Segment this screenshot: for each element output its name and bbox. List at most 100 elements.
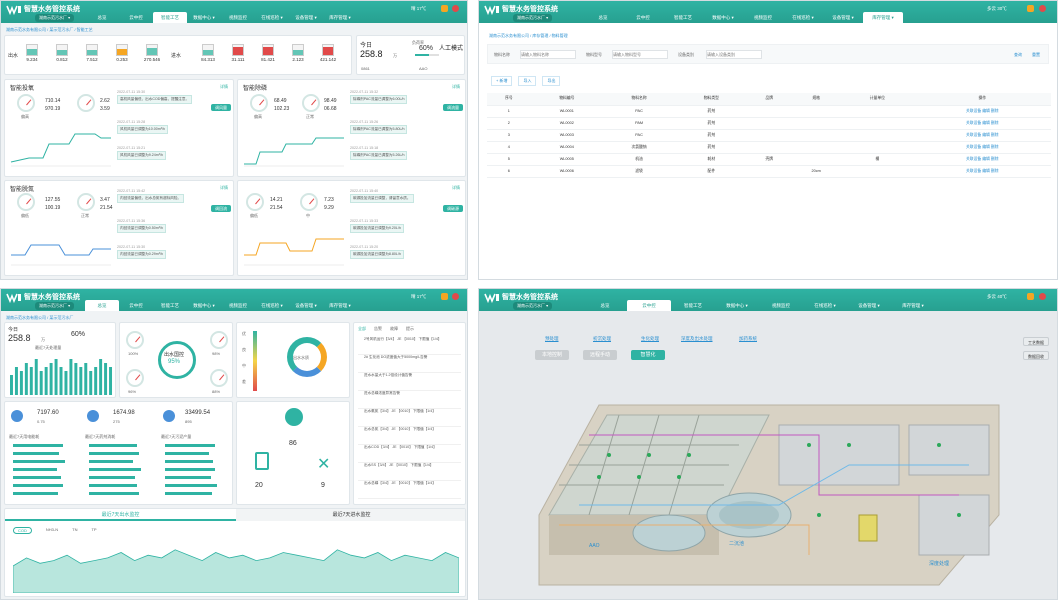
- series-tab-tn[interactable]: TN: [72, 527, 77, 534]
- site-selector[interactable]: 湖南示范污水厂 ▾: [513, 302, 553, 310]
- mode-remote[interactable]: 远程手动: [583, 350, 617, 360]
- data-recovery-button[interactable]: 数据回收: [1023, 351, 1049, 360]
- nav-item-equipment[interactable]: 设备管理 ▾: [289, 12, 323, 23]
- nav-item-inspection[interactable]: 在线巡检 ▾: [255, 300, 289, 311]
- bell-icon[interactable]: [1027, 293, 1034, 300]
- bell-icon[interactable]: [1027, 5, 1034, 12]
- today-card: 今日 258.8 万 负荷率 60% 0861 AAO: [356, 35, 465, 75]
- nav-item-data-center[interactable]: 数据中心 ▾: [703, 12, 743, 23]
- nav-item-cloud-control[interactable]: 云中控: [119, 12, 153, 23]
- avatar[interactable]: [452, 293, 459, 300]
- nav-item-video[interactable]: 视频监控: [743, 12, 783, 23]
- nav-item-smart-process[interactable]: 智能工艺: [153, 300, 187, 311]
- tab-outlet-monitor[interactable]: 最近7天出水监控: [5, 509, 236, 521]
- nav-item-video[interactable]: 视频监控: [759, 300, 803, 311]
- manual-mode-label[interactable]: 人工模式: [439, 43, 467, 52]
- process-data-button[interactable]: 工艺数据: [1023, 337, 1049, 346]
- row-actions[interactable]: 关联设备 编辑 删除: [913, 165, 1051, 178]
- alarm-item[interactable]: 进水总磷浓度异常告警: [358, 391, 461, 409]
- water-quality-radar-card: 优 良 中 差 出水水质: [236, 322, 350, 398]
- material-name-input[interactable]: [520, 50, 576, 59]
- reset-button[interactable]: 重置: [1032, 52, 1040, 58]
- nav-item-inventory[interactable]: 库存管理 ▾: [891, 300, 935, 311]
- import-button[interactable]: 导入: [518, 76, 537, 86]
- nav-item-smart-process[interactable]: 智能工艺: [663, 12, 703, 23]
- breadcrumb[interactable]: 湖南示范水务有限公司 / 库存管理 / 物料管理: [489, 33, 568, 39]
- series-tab-cod[interactable]: COD: [13, 527, 32, 534]
- table-cell: WL0005: [530, 153, 603, 166]
- tab-fault[interactable]: 故障: [390, 326, 398, 332]
- alarm-item[interactable]: 出水SS【3/4】 JE 【0010】 下限值【1/4】: [358, 463, 461, 481]
- nav-item-video[interactable]: 视频监控: [221, 12, 255, 23]
- tab-alarm[interactable]: 告警: [374, 326, 382, 332]
- link-dosing[interactable]: 加药系统: [739, 336, 757, 342]
- nav-item-video[interactable]: 视频监控: [221, 300, 255, 311]
- nav-item-inventory[interactable]: 库存管理 ▾: [863, 12, 903, 23]
- row-actions[interactable]: 关联设备 编辑 删除: [913, 129, 1051, 142]
- link-advanced[interactable]: 深度及出水处理: [681, 336, 713, 342]
- row-actions[interactable]: 关联设备 编辑 删除: [913, 105, 1051, 118]
- nav-item-cloud-control[interactable]: 云中控: [119, 300, 153, 311]
- site-selector[interactable]: 湖南示范污水厂 ▾: [513, 14, 553, 22]
- nav-item-equipment[interactable]: 设备管理 ▾: [823, 12, 863, 23]
- site-selector[interactable]: 湖南示范污水厂 ▾: [35, 302, 75, 310]
- adjust-button[interactable]: 调流量: [443, 104, 463, 111]
- nav-item-overview[interactable]: 总览: [85, 300, 119, 311]
- material-model-input[interactable]: [612, 50, 668, 59]
- row-actions[interactable]: 关联设备 编辑 删除: [913, 153, 1051, 166]
- tab-all[interactable]: 全部: [358, 326, 366, 332]
- table-cell: 次氯酸钠: [602, 141, 676, 154]
- add-button[interactable]: + 新增: [491, 76, 513, 86]
- breadcrumb[interactable]: 湖南示范水务有限公司 / 某示范污水厂: [6, 315, 73, 321]
- link-primary[interactable]: 初沉处理: [593, 336, 611, 342]
- link-pretreatment[interactable]: 预处理: [545, 336, 559, 342]
- mode-local[interactable]: 本地控制: [535, 350, 569, 360]
- nav-item-data-center[interactable]: 数据中心 ▾: [715, 300, 759, 311]
- adjust-button[interactable]: 调回流: [211, 205, 231, 212]
- nav-item-data-center[interactable]: 数据中心 ▾: [187, 12, 221, 23]
- alarm-item[interactable]: 进水水量大于1.2倍设计值告警: [358, 373, 461, 391]
- nav-item-equipment[interactable]: 设备管理 ▾: [289, 300, 323, 311]
- row-actions[interactable]: 关联设备 编辑 删除: [913, 141, 1051, 154]
- series-tab-tp[interactable]: TP: [91, 527, 96, 534]
- avatar[interactable]: [452, 5, 459, 12]
- adjust-button[interactable]: 调风量: [211, 104, 231, 111]
- nav-item-smart-process[interactable]: 智能工艺: [671, 300, 715, 311]
- avatar[interactable]: [1039, 293, 1046, 300]
- nav-item-smart-process[interactable]: 智能工艺: [153, 12, 187, 23]
- nav-item-data-center[interactable]: 数据中心 ▾: [187, 300, 221, 311]
- nav-item-inventory[interactable]: 库存管理 ▾: [323, 12, 357, 23]
- avatar[interactable]: [1039, 5, 1046, 12]
- bell-icon[interactable]: [441, 5, 448, 12]
- mode-smart[interactable]: 智慧化: [631, 350, 665, 360]
- tab-hint[interactable]: 提示: [406, 326, 414, 332]
- nav-item-inspection[interactable]: 在线巡检 ▾: [255, 12, 289, 23]
- alarm-item[interactable]: 出水总磷【3/4】 JE 【0010】 下限值【1/4】: [358, 481, 461, 499]
- export-button[interactable]: 导出: [542, 76, 561, 86]
- nav-item-overview[interactable]: 总览: [85, 12, 119, 23]
- nav-item-cloud-control[interactable]: 云中控: [623, 12, 663, 23]
- alarm-item[interactable]: 2号风机运行【3/4】 JE 【0010】 下限值【1/4】: [358, 337, 461, 355]
- nav-item-cloud-control[interactable]: 云中控: [627, 300, 671, 311]
- series-tab-nh3n[interactable]: NH3-N: [46, 527, 58, 534]
- link-biological[interactable]: 生化处理: [641, 336, 659, 342]
- nav-item-inspection[interactable]: 在线巡检 ▾: [803, 300, 847, 311]
- nav-item-equipment[interactable]: 设备管理 ▾: [847, 300, 891, 311]
- bell-icon[interactable]: [441, 293, 448, 300]
- site-selector[interactable]: 湖南示范污水厂 ▾: [35, 14, 75, 22]
- tab-inlet-monitor[interactable]: 最近7天进水监控: [236, 509, 465, 521]
- alarm-item[interactable]: 出水总氮【3/4】 JE 【0010】 下限值【1/4】: [358, 427, 461, 445]
- nav-item-inspection[interactable]: 在线巡检 ▾: [783, 12, 823, 23]
- nav-item-overview[interactable]: 总览: [583, 12, 623, 23]
- breadcrumb[interactable]: 湖南示范水务有限公司 / 某示范污水厂 / 智能工艺: [6, 27, 93, 33]
- row-actions[interactable]: 关联设备 编辑 删除: [913, 117, 1051, 130]
- nav-item-inventory[interactable]: 库存管理 ▾: [323, 300, 357, 311]
- equipment-type-input[interactable]: [706, 50, 762, 59]
- today-card: 今日 258.8 万 60% 最近7天处理量: [4, 322, 116, 398]
- alarm-item[interactable]: 2# 生化池 DO浓度值大于5000mg/L告警: [358, 355, 461, 373]
- nav-item-overview[interactable]: 总览: [583, 300, 627, 311]
- adjust-button[interactable]: 调碳源: [443, 205, 463, 212]
- alarm-item[interactable]: 出水氨氮【3/4】 JE 【0010】 下限值【1/4】: [358, 409, 461, 427]
- search-button[interactable]: 查询: [1014, 52, 1022, 58]
- alarm-item[interactable]: 出水COD【3/4】 JE 【0010】 下限值【1/4】: [358, 445, 461, 463]
